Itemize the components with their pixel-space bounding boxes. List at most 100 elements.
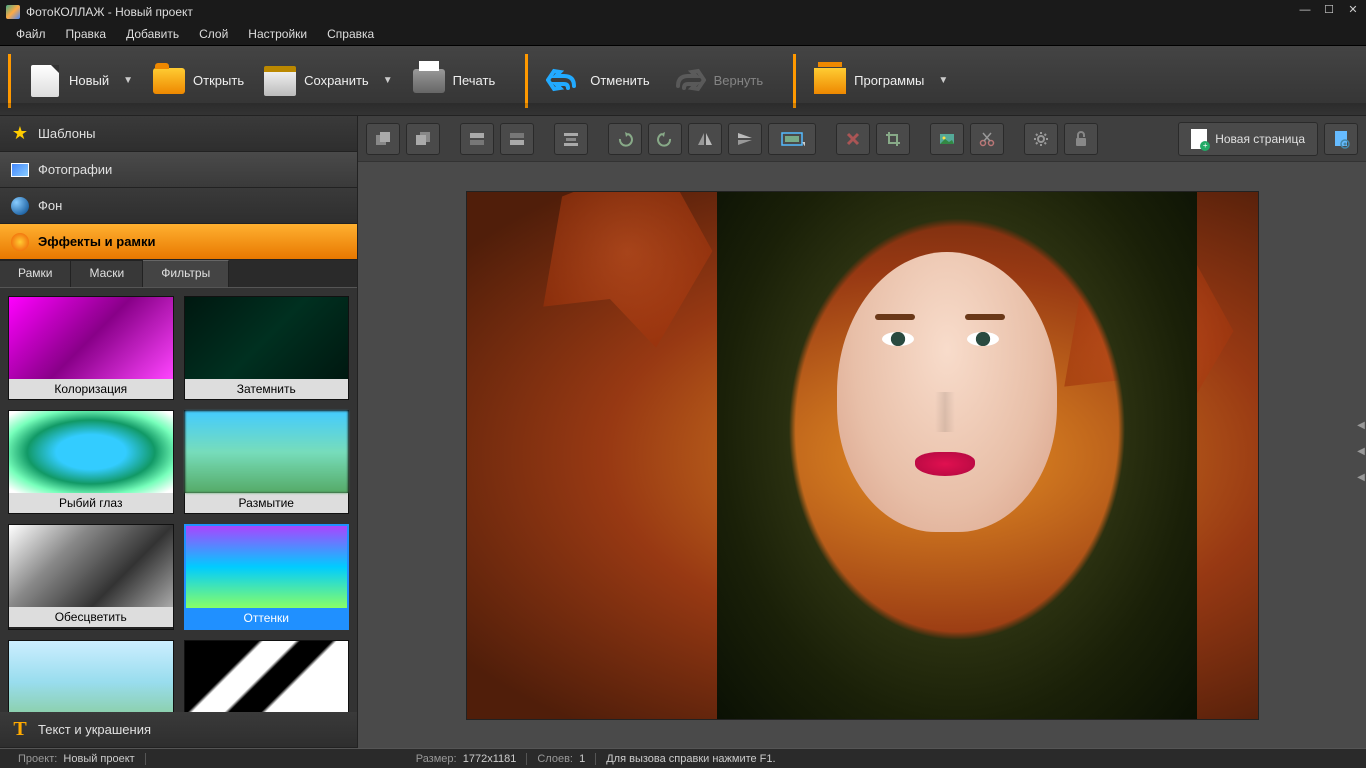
sidebar-item-templates[interactable]: ★ Шаблоны	[0, 116, 357, 152]
filter-thumb	[9, 525, 173, 607]
menu-help[interactable]: Справка	[317, 24, 384, 45]
page-props-button[interactable]	[1324, 123, 1358, 155]
new-page-label: Новая страница	[1215, 132, 1305, 146]
subtab-filters[interactable]: Фильтры	[143, 260, 229, 287]
left-sidebar: ★ Шаблоны Фотографии Фон Эффекты и рамки…	[0, 116, 358, 748]
cut-button[interactable]	[970, 123, 1004, 155]
minimize-button[interactable]: —	[1296, 3, 1314, 17]
status-help: Для вызова справки нажмите F1.	[596, 753, 1358, 765]
flip-h-button[interactable]	[688, 123, 722, 155]
dock-tab[interactable]: ◀	[1355, 472, 1366, 490]
text-label: Текст и украшения	[38, 722, 151, 737]
filter-lighten[interactable]: Осветлить	[8, 640, 174, 712]
filter-desaturate[interactable]: Обесцветить	[8, 524, 174, 630]
layers-label: Слоев:	[537, 753, 573, 765]
new-label: Новый	[69, 73, 109, 88]
filter-thumb	[9, 411, 173, 493]
sidebar-item-text[interactable]: T Текст и украшения	[0, 712, 357, 748]
undo-icon	[546, 68, 582, 94]
filter-fisheye[interactable]: Рыбий глаз	[8, 410, 174, 514]
dock-tab[interactable]: ◀	[1355, 420, 1366, 438]
layers-value: 1	[579, 753, 585, 765]
canvas[interactable]	[466, 191, 1259, 720]
filter-label: Колоризация	[9, 379, 173, 399]
filter-label: Рыбий глаз	[9, 493, 173, 513]
titlebar: ФотоКОЛЛАЖ - Новый проект — ☐ ✕	[0, 0, 1366, 24]
dock-tab[interactable]: ◀	[1355, 446, 1366, 464]
text-icon: T	[13, 718, 26, 741]
print-button[interactable]: Печать	[403, 59, 506, 103]
programs-label: Программы	[854, 73, 924, 88]
filter-tints[interactable]: Оттенки	[184, 524, 350, 630]
project-value: Новый проект	[63, 753, 134, 765]
sidebar-item-effects[interactable]: Эффекты и рамки	[0, 224, 357, 260]
filter-label: Размытие	[185, 493, 349, 513]
redo-icon	[670, 68, 706, 94]
filter-colorize[interactable]: Колоризация	[8, 296, 174, 400]
filter-darken[interactable]: Затемнить	[184, 296, 350, 400]
rotate-right-button[interactable]	[648, 123, 682, 155]
fit-button[interactable]: ▼	[768, 123, 816, 155]
bring-front-button[interactable]	[366, 123, 400, 155]
status-project: Проект: Новый проект	[8, 753, 146, 765]
redo-button: Вернуть	[660, 62, 774, 100]
lock-button[interactable]	[1064, 123, 1098, 155]
layer-up-button[interactable]	[460, 123, 494, 155]
align-button[interactable]	[554, 123, 588, 155]
portrait-layer[interactable]	[717, 192, 1197, 719]
delete-button[interactable]	[836, 123, 870, 155]
settings-button[interactable]	[1024, 123, 1058, 155]
layer-down-button[interactable]	[500, 123, 534, 155]
menu-settings[interactable]: Настройки	[238, 24, 317, 45]
canvas-viewport[interactable]: ◀ ◀ ◀	[358, 162, 1366, 748]
star-icon: ★	[12, 123, 28, 144]
effects-subtabs: Рамки Маски Фильтры	[0, 260, 357, 288]
open-label: Открыть	[193, 73, 244, 88]
photos-label: Фотографии	[38, 162, 112, 177]
filter-mono[interactable]: Монохромный	[184, 640, 350, 712]
printer-icon	[413, 69, 445, 93]
status-layers: Слоев: 1	[527, 753, 596, 765]
chevron-down-icon: ▼	[123, 75, 133, 86]
subtab-frames[interactable]: Рамки	[0, 260, 71, 287]
undo-button[interactable]: Отменить	[536, 62, 659, 100]
effects-label: Эффекты и рамки	[38, 234, 156, 249]
sidebar-item-background[interactable]: Фон	[0, 188, 357, 224]
filter-grid[interactable]: Колоризация Затемнить Рыбий глаз Размыти…	[0, 288, 357, 712]
close-button[interactable]: ✕	[1344, 3, 1362, 17]
crop-button[interactable]	[876, 123, 910, 155]
templates-label: Шаблоны	[38, 126, 96, 141]
replace-image-button[interactable]	[930, 123, 964, 155]
sidebar-item-photos[interactable]: Фотографии	[0, 152, 357, 188]
menu-edit[interactable]: Правка	[56, 24, 117, 45]
send-back-button[interactable]	[406, 123, 440, 155]
redo-label: Вернуть	[714, 73, 764, 88]
undo-label: Отменить	[590, 73, 649, 88]
menu-add[interactable]: Добавить	[116, 24, 189, 45]
menu-file[interactable]: Файл	[6, 24, 56, 45]
new-page-button[interactable]: Новая страница	[1178, 122, 1318, 156]
save-button[interactable]: Сохранить ▼	[254, 59, 403, 103]
new-button[interactable]: Новый ▼	[19, 59, 143, 103]
palette-icon	[11, 233, 29, 251]
main-area: ★ Шаблоны Фотографии Фон Эффекты и рамки…	[0, 116, 1366, 748]
filter-blur[interactable]: Размытие	[184, 410, 350, 514]
effects-panel: Рамки Маски Фильтры Колоризация Затемнит…	[0, 260, 357, 712]
filter-thumb	[185, 641, 349, 712]
filter-thumb	[185, 411, 349, 493]
right-dock-tabs: ◀ ◀ ◀	[1355, 420, 1366, 490]
programs-button[interactable]: Программы ▼	[804, 59, 958, 103]
canvas-toolbar: ▼ Новая страница	[358, 116, 1366, 162]
filter-thumb	[186, 526, 348, 608]
rotate-left-button[interactable]	[608, 123, 642, 155]
app-icon	[6, 5, 20, 19]
window-title: ФотоКОЛЛАЖ - Новый проект	[26, 5, 193, 19]
flip-v-button[interactable]	[728, 123, 762, 155]
menu-layer[interactable]: Слой	[189, 24, 238, 45]
subtab-masks[interactable]: Маски	[71, 260, 143, 287]
open-button[interactable]: Открыть	[143, 59, 254, 103]
print-label: Печать	[453, 73, 496, 88]
maximize-button[interactable]: ☐	[1320, 3, 1338, 17]
folder-open-icon	[153, 68, 185, 94]
filter-label: Затемнить	[185, 379, 349, 399]
